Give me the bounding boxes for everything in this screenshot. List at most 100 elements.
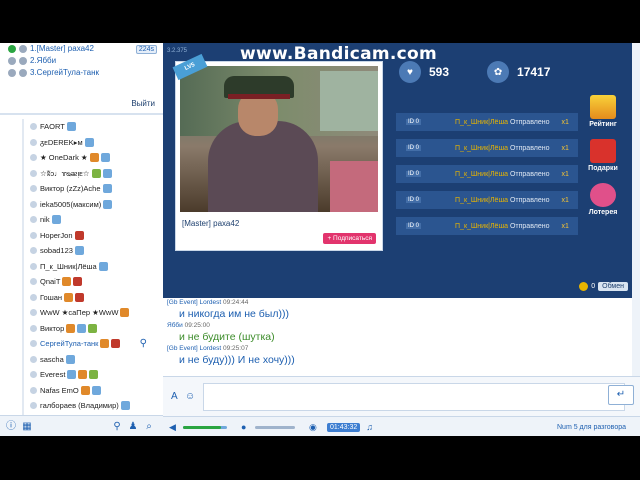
list-item[interactable]: П_к_Шник|Лёша bbox=[0, 259, 163, 275]
talk-mode[interactable]: Num 5 для разговора bbox=[557, 424, 626, 431]
list-item[interactable]: ieka5005(максим) bbox=[0, 197, 163, 213]
record-icon[interactable]: ◉ bbox=[309, 422, 319, 432]
exit-button[interactable]: Выйти bbox=[131, 99, 155, 108]
speaker-icon[interactable]: ◀ bbox=[169, 422, 179, 432]
list-item[interactable]: Гошан bbox=[0, 290, 163, 306]
list-item[interactable]: Everest bbox=[0, 367, 163, 383]
avatar bbox=[30, 324, 37, 332]
list-item[interactable]: QnaiT bbox=[0, 274, 163, 290]
avatar bbox=[30, 247, 37, 254]
queue-item[interactable]: 3.СергейТула-танк bbox=[0, 67, 163, 79]
badge-icon bbox=[91, 168, 101, 178]
badge-icon bbox=[111, 339, 121, 349]
badge-icon bbox=[78, 370, 88, 380]
exchange-button[interactable]: Обмен bbox=[598, 282, 628, 291]
gifts-icon: ✿ bbox=[487, 61, 510, 83]
app-version: 3.2.375 bbox=[167, 48, 188, 54]
queue-timer-badge: 224s bbox=[135, 45, 157, 54]
badge-icon bbox=[89, 370, 99, 380]
avatar bbox=[30, 154, 37, 161]
mic-icon[interactable]: ● bbox=[241, 422, 251, 432]
avatar bbox=[30, 200, 37, 208]
search-icon[interactable]: ⌕ bbox=[144, 421, 154, 432]
volume-slider[interactable] bbox=[183, 425, 227, 429]
message-text: и никогда им не был))) bbox=[179, 308, 289, 320]
badge-icon bbox=[74, 246, 84, 256]
info-icon[interactable]: ⓘ bbox=[6, 421, 16, 432]
avatar bbox=[30, 169, 37, 177]
gift-row: ID 0 П_к_Шник|Лёша Отправлено x1 bbox=[396, 165, 578, 183]
stats: ♥ 593 ✿ 17417 bbox=[399, 61, 580, 83]
avatar bbox=[30, 293, 37, 301]
location-icon[interactable]: ⚲ bbox=[112, 421, 122, 432]
badge-icon bbox=[84, 137, 94, 147]
list-item[interactable]: ᵹᴇDEREK▸ᴍ bbox=[0, 135, 163, 151]
left-panel: 1.[Master] раха42 2.Ябби 3.СергейТула-та… bbox=[0, 43, 164, 436]
bandicam-watermark: www.Bandicam.com bbox=[240, 44, 438, 64]
mic-slider[interactable] bbox=[255, 425, 295, 429]
gift-row: ID 0 П_к_Шник|Лёша Отправлено x1 bbox=[396, 191, 578, 209]
list-item[interactable]: nik bbox=[0, 212, 163, 228]
chat-input[interactable] bbox=[203, 383, 625, 411]
avatar bbox=[30, 262, 37, 270]
badge-icon bbox=[100, 153, 110, 163]
font-icon[interactable]: A bbox=[171, 391, 178, 402]
left-toolbar: ⓘ ▦ ⚲ ♟ ⌕ bbox=[0, 415, 163, 436]
badge-icon bbox=[98, 261, 108, 271]
list-item[interactable]: Виктор (zZz)Ache bbox=[0, 181, 163, 197]
stage-scrollbar[interactable] bbox=[632, 43, 640, 298]
badge-icon bbox=[73, 277, 83, 287]
speaker-queue: 1.[Master] раха42 2.Ябби 3.СергейТула-та… bbox=[0, 43, 163, 93]
gifts-count: 17417 bbox=[517, 65, 551, 79]
list-item[interactable]: Nafas EmO bbox=[0, 383, 163, 399]
avatar bbox=[30, 278, 37, 285]
music-icon[interactable]: ♫ bbox=[366, 422, 376, 432]
mic-icon bbox=[8, 45, 16, 53]
list-item[interactable]: ☆ʬᴐ♩ɤᴓᴂᴉᴇ☆ bbox=[0, 166, 163, 182]
user-icon bbox=[19, 69, 27, 77]
gifts-button[interactable]: Подарки bbox=[583, 139, 623, 172]
subscribe-button[interactable]: + Подписаться bbox=[323, 233, 376, 244]
list-item[interactable]: ★ OneDark ★ bbox=[0, 150, 163, 166]
smile-icon[interactable]: ☺ bbox=[185, 391, 195, 402]
badge-icon bbox=[100, 339, 110, 349]
divider bbox=[0, 113, 163, 115]
hearts-icon: ♥ bbox=[399, 61, 421, 83]
broadcast-stage: 3.2.375 LV5 [Master] раха42 + Подписатьс… bbox=[163, 43, 640, 298]
queue-item[interactable]: 2.Ябби bbox=[0, 55, 163, 67]
avatar bbox=[30, 309, 37, 316]
list-item[interactable]: FAORT bbox=[0, 119, 163, 135]
gift-row: ID 0 П_к_Шник|Лёша Отправлено x1 bbox=[396, 139, 578, 157]
list-item[interactable]: sascha bbox=[0, 352, 163, 368]
message-text: и не будите (шутка) bbox=[179, 331, 275, 343]
avatar bbox=[30, 185, 37, 192]
badge-icon bbox=[80, 385, 90, 395]
list-item[interactable]: sobad123 bbox=[0, 243, 163, 259]
webcam-video[interactable] bbox=[180, 66, 378, 212]
user-icon bbox=[19, 57, 27, 65]
badge-icon bbox=[88, 323, 98, 333]
badge-icon bbox=[75, 292, 85, 302]
list-item[interactable]: СергейТула-танк ⚲ bbox=[0, 336, 163, 352]
location-pin-icon: ⚲ bbox=[139, 338, 147, 349]
rating-button[interactable]: Рейтинг bbox=[583, 95, 623, 128]
gift-box-icon bbox=[590, 139, 616, 163]
avatar bbox=[30, 216, 37, 223]
lottery-button[interactable]: Лотерея bbox=[583, 183, 623, 216]
user-icon[interactable]: ♟ bbox=[128, 421, 138, 432]
badge-icon bbox=[67, 370, 77, 380]
badge-icon bbox=[91, 385, 101, 395]
list-item[interactable]: Виктор bbox=[0, 321, 163, 337]
podium-icon bbox=[590, 95, 616, 119]
list-item[interactable]: галбораев (Владимир) bbox=[0, 398, 163, 414]
badge-icon bbox=[89, 153, 99, 163]
audio-toolbar: ◀ ● ◉ 01:43:32 ♫ Num 5 для разговора bbox=[163, 416, 640, 436]
badge-icon bbox=[102, 168, 112, 178]
send-button[interactable]: ↵ bbox=[608, 385, 634, 405]
list-item[interactable]: HoperJon bbox=[0, 228, 163, 244]
avatar bbox=[30, 386, 37, 394]
camera-list-icon[interactable]: ▦ bbox=[22, 421, 32, 432]
video-card[interactable]: LV5 [Master] раха42 + Подписаться bbox=[172, 53, 383, 251]
badge-icon bbox=[103, 199, 113, 209]
list-item[interactable]: WwW ★саПер ★WwW bbox=[0, 305, 163, 321]
